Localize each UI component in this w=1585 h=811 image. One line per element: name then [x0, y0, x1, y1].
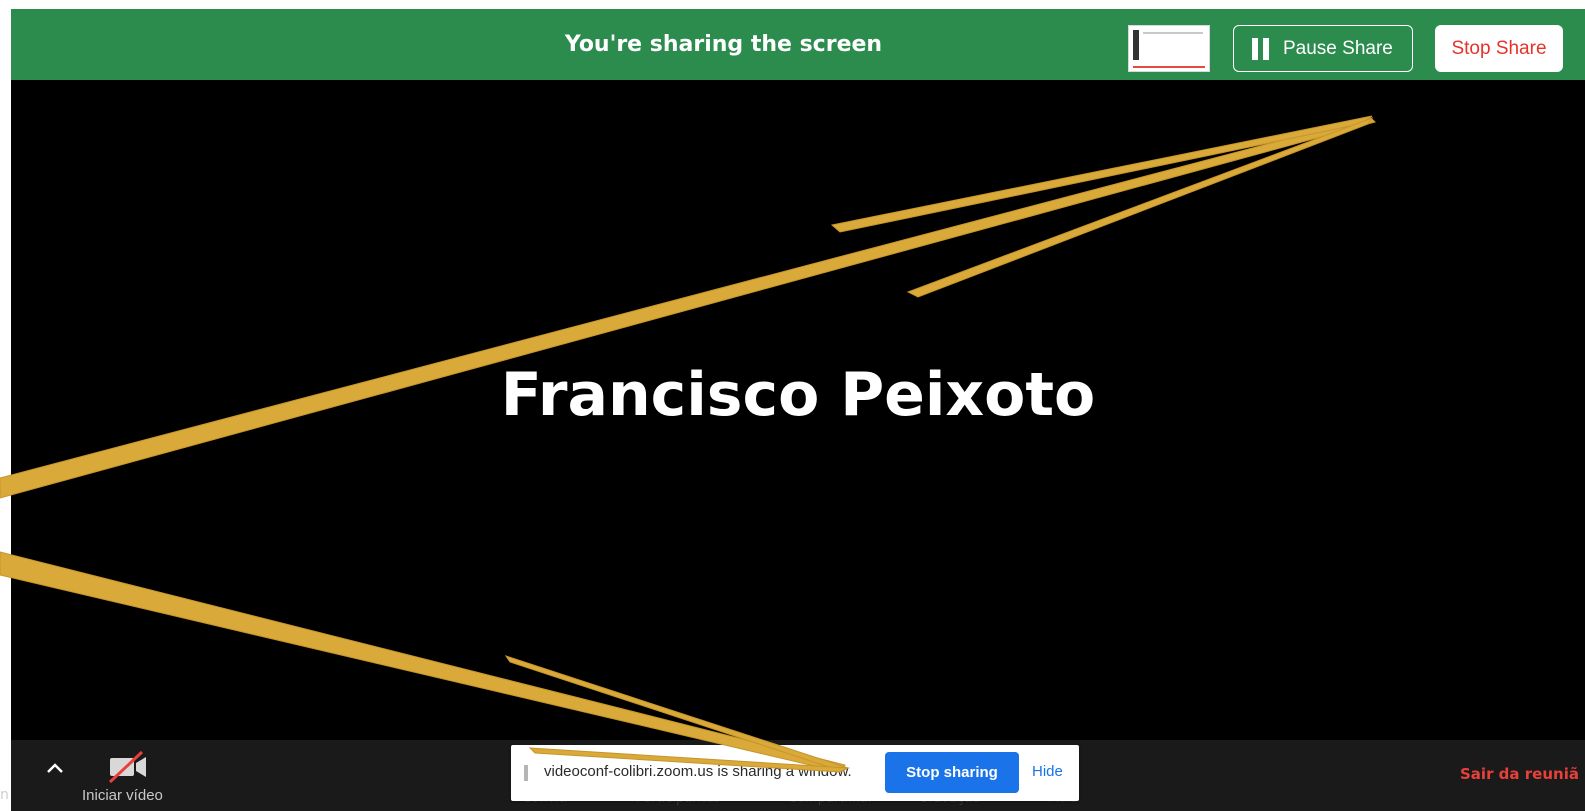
participant-name: Francisco Peixoto: [500, 360, 1096, 430]
shared-screen-thumbnail[interactable]: [1128, 25, 1210, 72]
pause-share-label: Pause Share: [1283, 37, 1393, 59]
drag-handle-icon[interactable]: [524, 765, 528, 781]
sharing-message: videoconf-colibri.zoom.us is sharing a w…: [544, 763, 852, 780]
chevron-up-icon[interactable]: [44, 758, 66, 780]
banner-title: You're sharing the screen: [564, 32, 883, 57]
leave-meeting-button[interactable]: Sair da reuniã: [1460, 765, 1585, 783]
stop-sharing-button[interactable]: Stop sharing: [885, 752, 1019, 793]
toolbar-cut-label: n: [0, 787, 9, 803]
hide-link[interactable]: Hide: [1032, 763, 1063, 780]
pause-share-button[interactable]: Pause Share: [1233, 25, 1413, 72]
stop-share-button[interactable]: Stop Share: [1435, 25, 1563, 72]
pause-icon: [1252, 37, 1269, 60]
browser-sharing-bar: videoconf-colibri.zoom.us is sharing a w…: [511, 745, 1079, 801]
video-off-icon[interactable]: [106, 750, 150, 784]
start-video-label[interactable]: Iniciar vídeo: [82, 787, 163, 804]
share-banner: You're sharing the screen Pause Share St…: [11, 9, 1585, 80]
